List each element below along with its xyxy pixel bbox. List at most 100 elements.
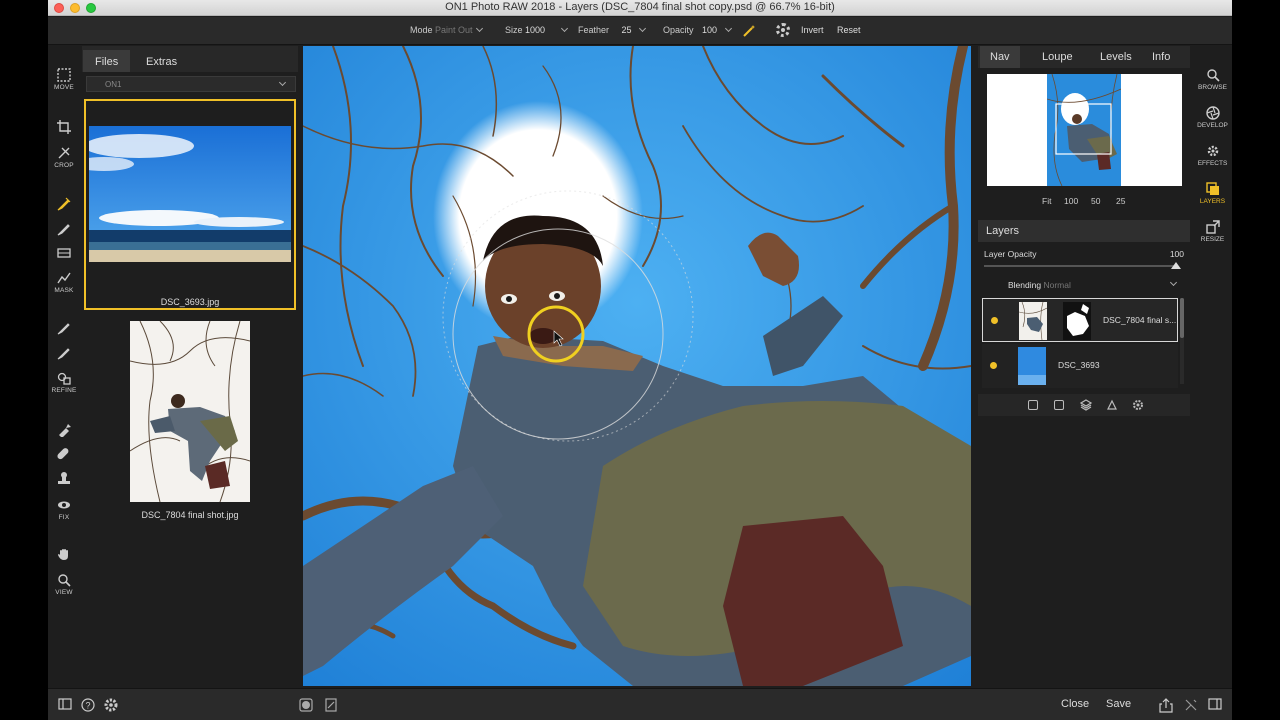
zoom-tool[interactable]: VIEW bbox=[48, 573, 80, 596]
tab-levels[interactable]: Levels bbox=[1090, 46, 1142, 68]
clone-stamp-tool[interactable] bbox=[48, 471, 80, 485]
save-button[interactable]: Save bbox=[1106, 698, 1131, 710]
thumbnail-card-beach[interactable]: DSC_3693.jpg bbox=[84, 99, 296, 310]
masking-bug-tool[interactable] bbox=[48, 222, 80, 236]
layer-thumbnail bbox=[1018, 347, 1046, 385]
close-button[interactable]: Close bbox=[1061, 698, 1089, 710]
feather-value: 25 bbox=[621, 25, 632, 35]
layer-opacity-slider-handle[interactable] bbox=[1171, 262, 1181, 269]
feather-control[interactable]: Feather 25 bbox=[578, 24, 647, 35]
delete-layer-icon[interactable] bbox=[1106, 399, 1118, 411]
browse-label: BROWSE bbox=[1198, 84, 1227, 91]
gradient-icon bbox=[57, 248, 71, 258]
blending-dropdown[interactable]: Blending Normal bbox=[1008, 278, 1184, 292]
masking-brush-tool[interactable] bbox=[48, 197, 80, 211]
title-bar: ON1 Photo RAW 2018 - Layers (DSC_7804 fi… bbox=[48, 0, 1232, 16]
browser-panel: Files Extras ON1 DSC_3693.jpg DSC_7804 f… bbox=[82, 46, 298, 686]
tab-info[interactable]: Info bbox=[1142, 46, 1180, 68]
layer-opacity-slider[interactable] bbox=[984, 265, 1176, 267]
crop-tool[interactable] bbox=[48, 120, 80, 134]
new-layer-icon[interactable] bbox=[1054, 400, 1064, 410]
layers-scrollbar[interactable] bbox=[1180, 298, 1184, 384]
chevron-down-icon bbox=[639, 24, 647, 33]
tab-nav[interactable]: Nav bbox=[980, 46, 1020, 68]
magic-wand-icon[interactable] bbox=[742, 24, 756, 38]
navigator-preview[interactable] bbox=[987, 74, 1182, 186]
beach-thumbnail-image bbox=[89, 126, 291, 262]
zoom-25[interactable]: 25 bbox=[1116, 196, 1125, 206]
plugin-icon[interactable] bbox=[1184, 698, 1198, 712]
transform-tool[interactable]: CROP bbox=[48, 146, 80, 169]
boy-thumbnail-image bbox=[130, 321, 250, 502]
reset-button[interactable]: Reset bbox=[837, 25, 861, 35]
red-eye-tool[interactable]: FIX bbox=[48, 498, 80, 521]
mask-tool[interactable]: MASK bbox=[48, 271, 80, 294]
folder-dropdown[interactable]: ON1 bbox=[86, 76, 296, 92]
tab-extras[interactable]: Extras bbox=[134, 50, 189, 72]
toggle-panel-icon[interactable] bbox=[58, 698, 72, 710]
healing-tool[interactable] bbox=[48, 447, 80, 461]
blending-value: Normal bbox=[1043, 280, 1071, 290]
mode-label: Mode bbox=[410, 25, 433, 35]
share-icon[interactable] bbox=[1159, 698, 1173, 713]
nav-tabs: Nav Loupe Levels Info bbox=[978, 46, 1190, 68]
duplicate-layer-icon[interactable] bbox=[1028, 400, 1038, 410]
browse-module[interactable]: BROWSE bbox=[1193, 68, 1232, 91]
layer-mask-thumbnail[interactable] bbox=[1063, 302, 1091, 340]
zoom-50[interactable]: 50 bbox=[1091, 196, 1100, 206]
merge-layers-icon[interactable] bbox=[1080, 399, 1092, 411]
help-icon[interactable]: ? bbox=[81, 698, 95, 712]
layer-mask-image bbox=[1063, 302, 1091, 340]
toggle-right-panel-icon[interactable] bbox=[1208, 698, 1222, 710]
opacity-control[interactable]: Opacity 100 bbox=[663, 24, 732, 35]
retouch-brush-tool[interactable] bbox=[48, 423, 80, 437]
refine-label: REFINE bbox=[51, 387, 77, 394]
view-label: VIEW bbox=[55, 589, 73, 596]
opacity-value: 100 bbox=[702, 25, 718, 35]
zoom-fit[interactable]: Fit bbox=[1042, 196, 1051, 206]
compare-icon[interactable] bbox=[324, 698, 338, 712]
move-tool[interactable]: MOVE bbox=[48, 68, 80, 91]
tab-files[interactable]: Files bbox=[83, 50, 131, 72]
invert-button[interactable]: Invert bbox=[801, 25, 824, 35]
move-icon bbox=[57, 68, 71, 82]
zoom-100[interactable]: 100 bbox=[1064, 196, 1078, 206]
gear-icon[interactable] bbox=[104, 698, 118, 712]
zoom-options: Fit 100 50 25 bbox=[978, 196, 1190, 210]
blur-icon bbox=[57, 372, 71, 385]
chisel-tool[interactable] bbox=[48, 346, 80, 360]
hand-tool[interactable] bbox=[48, 547, 80, 561]
effects-icon bbox=[1207, 145, 1218, 157]
layer-thumbnail-image bbox=[1019, 302, 1047, 340]
layers-panel-header[interactable]: Layers bbox=[978, 220, 1190, 242]
opacity-label: Opacity bbox=[663, 25, 694, 35]
effects-module[interactable]: EFFECTS bbox=[1193, 144, 1232, 167]
brush-icon bbox=[57, 224, 70, 236]
layer-row[interactable]: DSC_7804 final s... bbox=[982, 298, 1178, 342]
mode-value: Paint Out bbox=[435, 25, 473, 35]
size-value: 1000 bbox=[525, 25, 546, 35]
tab-loupe[interactable]: Loupe bbox=[1032, 46, 1083, 68]
mask-view-icon[interactable] bbox=[299, 698, 313, 712]
layers-module[interactable]: LAYERS bbox=[1193, 182, 1232, 205]
blur-tool[interactable]: REFINE bbox=[48, 371, 80, 394]
layer-visibility-icon[interactable] bbox=[991, 317, 998, 324]
gear-icon[interactable] bbox=[776, 23, 790, 37]
image-canvas[interactable] bbox=[303, 46, 971, 686]
browser-tabs: Files Extras bbox=[82, 46, 298, 72]
gradient-tool[interactable] bbox=[48, 246, 80, 260]
mode-dropdown[interactable]: Mode Paint Out bbox=[410, 24, 483, 35]
refine-brush-tool[interactable] bbox=[48, 321, 80, 335]
gear-icon[interactable] bbox=[1132, 399, 1144, 411]
layers-icon bbox=[1205, 182, 1219, 195]
size-control[interactable]: Size 1000 bbox=[505, 24, 568, 35]
resize-module[interactable]: RESIZE bbox=[1193, 220, 1232, 243]
navigator-thumbnail bbox=[1047, 74, 1121, 186]
layer-name: DSC_3693 bbox=[1058, 360, 1100, 370]
layer-opacity-value[interactable]: 100 bbox=[1170, 249, 1184, 259]
layer-row[interactable]: DSC_3693 bbox=[982, 344, 1178, 388]
develop-module[interactable]: DEVELOP bbox=[1193, 106, 1232, 129]
thumbnail-card-boy[interactable]: DSC_7804 final shot.jpg bbox=[84, 314, 296, 526]
layers-scrollbar-thumb[interactable] bbox=[1180, 298, 1184, 338]
layer-visibility-icon[interactable] bbox=[990, 362, 997, 369]
